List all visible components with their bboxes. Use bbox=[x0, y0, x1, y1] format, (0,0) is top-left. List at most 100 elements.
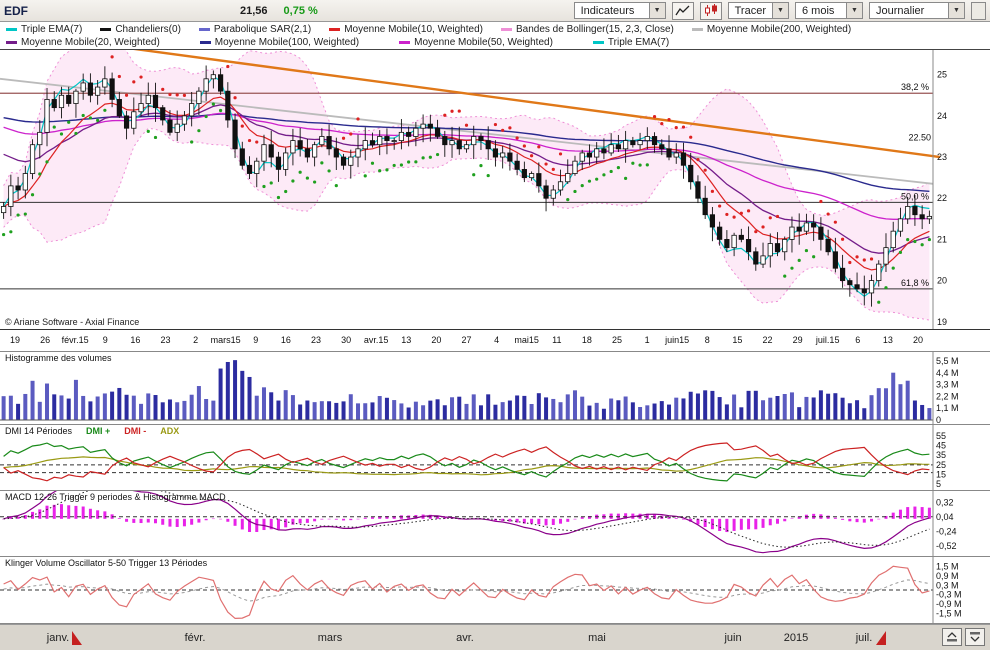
legend-color-chip bbox=[592, 41, 604, 44]
dmi-series-label: DMI + bbox=[86, 426, 111, 436]
x-axis-tick-label: juin15 bbox=[665, 335, 690, 345]
svg-text:21: 21 bbox=[937, 234, 947, 244]
timeline-month-label: avr. bbox=[456, 632, 474, 644]
candlestick-style-button[interactable] bbox=[699, 1, 722, 20]
volume-chart-canvas[interactable]: 5,5 M 4,4 M 3,3 M2,2 M 1,1 M 0 bbox=[0, 352, 990, 425]
dmi-series-label: ADX bbox=[160, 426, 180, 436]
timeline-month-label: mars bbox=[317, 632, 343, 644]
svg-text:25: 25 bbox=[937, 70, 947, 80]
macd-histogram bbox=[2, 504, 931, 533]
legend-item[interactable]: Triple EMA(7) bbox=[6, 24, 82, 35]
x-axis-tick-label: 20 bbox=[431, 335, 442, 345]
macd-axis-labels: 0,32 0,04 -0,24 -0,52 bbox=[936, 497, 957, 551]
chevron-down-icon: ▼ bbox=[846, 3, 862, 18]
indicator-legend: Triple EMA(7) Chandeliers(0) Parabolique S… bbox=[0, 22, 990, 50]
toolbar-corner-control[interactable] bbox=[971, 1, 986, 20]
volume-bars bbox=[1, 360, 932, 420]
x-axis-tick-label: 1 bbox=[644, 335, 650, 345]
svg-text:24: 24 bbox=[937, 111, 947, 121]
svg-text:5: 5 bbox=[936, 479, 941, 489]
legend-item[interactable]: Moyenne Mobile(20, Weighted) bbox=[6, 37, 160, 48]
timeline-start-handle[interactable] bbox=[72, 631, 82, 645]
copyright-label: © Ariane Software - Axial Finance bbox=[5, 317, 140, 327]
line-chart-style-button[interactable] bbox=[671, 1, 694, 20]
legend-color-chip bbox=[691, 28, 703, 31]
legend-row-2: Moyenne Mobile(20, Weighted) Moyenne Mobi… bbox=[6, 36, 984, 49]
last-price: 21,56 bbox=[240, 4, 268, 17]
legend-color-chip bbox=[500, 28, 512, 31]
dock-panel-button[interactable] bbox=[942, 628, 962, 646]
svg-text:-0,52: -0,52 bbox=[936, 541, 957, 551]
timeline-month-label: févr. bbox=[184, 632, 206, 644]
svg-text:1,1 M: 1,1 M bbox=[936, 403, 959, 413]
x-axis-tick-label: 6 bbox=[855, 335, 861, 345]
legend-item[interactable]: Moyenne Mobile(200, Weighted) bbox=[691, 24, 851, 35]
x-axis-tick-label: 11 bbox=[552, 335, 562, 345]
main-chart-canvas[interactable]: 38,2 %50,0 %61,8 %22.5025242322212019 bbox=[0, 50, 990, 330]
split-panel-button[interactable] bbox=[965, 628, 985, 646]
x-axis-tick-label: 9 bbox=[102, 335, 108, 345]
legend-item[interactable]: Parabolique SAR(2,1) bbox=[198, 24, 312, 35]
fib-level-label: 61,8 % bbox=[901, 278, 929, 288]
legend-label: Chandeliers(0) bbox=[115, 24, 181, 35]
timeline-month-label: juil. bbox=[855, 632, 873, 644]
legend-item[interactable]: Moyenne Mobile(10, Weighted) bbox=[329, 24, 483, 35]
candlestick-icon bbox=[704, 4, 717, 16]
svg-text:19: 19 bbox=[937, 317, 947, 327]
x-axis-tick-label: avr.15 bbox=[363, 335, 389, 345]
x-axis-tick-label: 18 bbox=[581, 335, 592, 345]
legend-item[interactable]: Moyenne Mobile(50, Weighted) bbox=[399, 37, 553, 48]
chevron-down-icon: ▼ bbox=[772, 3, 788, 18]
svg-text:25: 25 bbox=[936, 460, 946, 470]
toolbar-controls: Indicateurs ▼ Tracer ▼ 6 mois ▼ Journali… bbox=[573, 1, 986, 20]
legend-item[interactable]: Moyenne Mobile(100, Weighted) bbox=[199, 37, 359, 48]
timeframe-dropdown[interactable]: Journalier ▼ bbox=[869, 2, 965, 19]
x-axis-tick-label: 27 bbox=[461, 335, 472, 345]
dmi-plus-line bbox=[3, 442, 930, 482]
volume-axis-labels: 5,5 M 4,4 M 3,3 M2,2 M 1,1 M 0 bbox=[936, 356, 959, 425]
x-axis-tick-label: 26 bbox=[40, 335, 51, 345]
toolbar: EDF 21,56 0,75 % Indicateurs ▼ Tracer ▼ … bbox=[0, 0, 990, 22]
period-dropdown[interactable]: 6 mois ▼ bbox=[795, 2, 863, 19]
trendline-label: 22.50 bbox=[908, 133, 931, 143]
legend-label: Moyenne Mobile(50, Weighted) bbox=[414, 37, 553, 48]
x-axis-tick-label: 23 bbox=[310, 335, 322, 345]
svg-text:-0,24: -0,24 bbox=[936, 526, 957, 536]
legend-color-chip bbox=[329, 28, 341, 31]
macd-panel: MACD 12-26 Trigger 9 periodes & Histogra… bbox=[0, 491, 990, 557]
legend-item[interactable]: Chandeliers(0) bbox=[100, 24, 181, 35]
legend-color-chip bbox=[6, 28, 17, 31]
dmi-minus-line bbox=[3, 442, 930, 482]
svg-text:35: 35 bbox=[936, 450, 946, 460]
legend-row-1: Triple EMA(7) Chandeliers(0) Parabolique S… bbox=[6, 23, 984, 36]
timeline-navigation-bar[interactable]: 2015 janv. févr. mars avr. mai juin juil. bbox=[0, 624, 990, 650]
period-dropdown-label: 6 mois bbox=[802, 4, 835, 17]
bollinger-bands bbox=[3, 50, 930, 321]
x-axis-tick-label: mars15 bbox=[210, 335, 241, 345]
x-axis-tick-label: févr.15 bbox=[61, 335, 89, 345]
tracer-dropdown[interactable]: Tracer ▼ bbox=[727, 2, 789, 19]
legend-label: Parabolique SAR(2,1) bbox=[213, 24, 312, 35]
svg-text:45: 45 bbox=[936, 440, 946, 450]
timeframe-dropdown-label: Journalier bbox=[876, 4, 925, 17]
chevron-down-icon: ▼ bbox=[648, 3, 665, 18]
legend-item[interactable]: Triple EMA(7) bbox=[592, 37, 669, 48]
klinger-panel: Klinger Volume Oscillator 5-50 Trigger 1… bbox=[0, 557, 990, 624]
legend-label: Bandes de Bollinger(15, 2,3, Close) bbox=[515, 24, 674, 35]
legend-label: Moyenne Mobile(20, Weighted) bbox=[21, 37, 160, 48]
x-axis-labels: 19 26 févr.15 9 16 23 2 mars15 9 16 23 30 avr.15 13 20… bbox=[0, 330, 990, 352]
x-axis-tick-label: 15 bbox=[732, 335, 743, 345]
x-axis-tick-label: 16 bbox=[280, 335, 291, 345]
svg-text:22: 22 bbox=[937, 193, 947, 203]
x-axis-tick-label: 22 bbox=[762, 335, 773, 345]
chevron-down-icon: ▼ bbox=[948, 3, 964, 18]
price-chart-panel: 38,2 % 50,0 % 61,8 % 22.50 25 24 23 22 21 20 19 © … bbox=[0, 50, 990, 330]
indicators-dropdown[interactable]: Indicateurs ▼ bbox=[573, 2, 666, 19]
legend-color-chip bbox=[399, 41, 411, 44]
legend-item[interactable]: Bandes de Bollinger(15, 2,3, Close) bbox=[500, 24, 674, 35]
x-axis-tick-label: juil.15 bbox=[815, 335, 840, 345]
x-axis-tick-label: mai15 bbox=[514, 335, 539, 345]
svg-text:2,2 M: 2,2 M bbox=[936, 391, 959, 401]
x-axis-tick-label: 29 bbox=[792, 335, 803, 345]
timeline-end-handle[interactable] bbox=[876, 631, 886, 645]
